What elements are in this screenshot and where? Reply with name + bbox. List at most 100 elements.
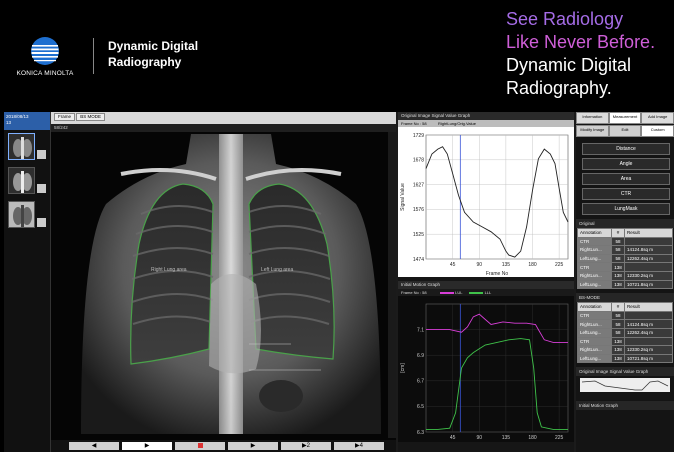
row-annotation: CTR xyxy=(577,236,612,247)
row-annotation: CTR xyxy=(577,262,612,272)
measurement-tools: Distance Angle Area CTR LungMask xyxy=(576,137,674,215)
tab-frame[interactable]: Frame xyxy=(54,113,76,121)
graph2-frame-label: Frame No : 58 xyxy=(401,290,427,295)
next-frame-button[interactable]: ▶ xyxy=(228,442,278,450)
lungmask-button[interactable]: LungMask xyxy=(582,203,670,215)
graph2-toolbar: Frame No : 58 LUL LLL xyxy=(398,289,574,296)
thumbnail-checkbox[interactable] xyxy=(37,150,46,159)
chest-xray-image[interactable]: Right Lung area Left Lung area xyxy=(81,134,381,434)
original-section-title: Original xyxy=(576,219,674,228)
x-tick-label: 90 xyxy=(476,262,482,268)
row-result xyxy=(624,310,673,321)
tab-information[interactable]: Information xyxy=(576,112,609,124)
ctr-button[interactable]: CTR xyxy=(582,188,670,200)
thumbnail-image[interactable] xyxy=(8,133,35,160)
graph-panels: Original Image Signal Value Graph Frame … xyxy=(398,112,574,452)
graph1-frame-label: Frame No : 58 xyxy=(401,121,427,126)
viewer-scrollbar[interactable] xyxy=(388,132,396,438)
tab-bs-mode[interactable]: BS MODE xyxy=(76,113,106,121)
stop-button[interactable] xyxy=(175,442,225,450)
row-result: 12262.4sq m xyxy=(624,253,673,264)
signal-value-graph[interactable]: 1474 1525 1576 1627 1678 1729 45 90 135 180 225 Fra… xyxy=(398,127,574,277)
image-viewer: Frame BS MODE 58/242 Right Lung area Lef… xyxy=(51,112,396,452)
row-annotation: LeftLung... xyxy=(577,279,612,290)
signal-value-mini-graph[interactable] xyxy=(580,378,670,393)
play-4x-button[interactable]: ▶4 xyxy=(334,442,384,450)
distance-button[interactable]: Distance xyxy=(582,143,670,155)
row-number: 58 xyxy=(611,253,625,264)
roi-left-lung-label: Left Lung area xyxy=(261,267,293,273)
table-row[interactable]: RightLun... 58 14124.8sq m xyxy=(577,245,673,255)
col-annotation: Annotation xyxy=(577,302,612,312)
y-tick-label: 6.9 xyxy=(417,353,424,359)
right-subtabs: Modify Image Edit Custom xyxy=(576,125,674,137)
y-tick-label: 1474 xyxy=(413,257,424,263)
subtab-custom[interactable]: Custom xyxy=(641,125,674,137)
product-name-line2: Radiography xyxy=(108,55,182,69)
y-tick-label: 1576 xyxy=(413,207,424,213)
x-tick-label: 45 xyxy=(450,262,456,268)
table-row[interactable]: LeftLung... 138 10721.8sq m xyxy=(577,353,673,364)
right-tabs: Information Measurement Add Image xyxy=(576,112,674,124)
thumbnail-checkbox[interactable] xyxy=(37,184,46,193)
thumbnail-item[interactable] xyxy=(4,133,50,164)
company-logo: KONICA MINOLTA xyxy=(12,36,78,77)
row-annotation: LeftLung... xyxy=(577,353,612,364)
row-number: 58 xyxy=(611,245,625,255)
subtab-edit[interactable]: Edit xyxy=(608,125,642,137)
thumbnail-checkbox[interactable] xyxy=(37,218,46,227)
study-number: 13 xyxy=(6,120,12,125)
table-row[interactable]: CTR 138 xyxy=(577,262,673,272)
col-result: Result xyxy=(624,302,673,312)
thumbnail-column: 2018/08/13 13 xyxy=(4,112,51,452)
thumbnail-image[interactable] xyxy=(8,167,35,194)
y-tick-label: 1729 xyxy=(413,133,424,139)
thumbnail-image[interactable] xyxy=(8,201,35,228)
table-row[interactable]: RightLun... 58 14124.8sq m xyxy=(577,319,673,329)
prev-frame-button[interactable]: ◀ xyxy=(69,442,119,450)
table-row[interactable]: LeftLung... 58 12262.4sq m xyxy=(577,253,673,264)
y-tick-label: 6.3 xyxy=(417,430,424,436)
row-annotation: CTR xyxy=(577,336,612,347)
playback-bar: ◀ ▶ ▶ ▶2 ▶4 xyxy=(51,440,396,452)
row-result: 14124.8sq m xyxy=(624,245,673,255)
legend-lul-label: LUL xyxy=(455,290,463,295)
play-2x-button[interactable]: ▶2 xyxy=(281,442,331,450)
product-name-line1: Dynamic Digital xyxy=(108,39,199,53)
tab-measurement[interactable]: Measurement xyxy=(608,112,642,124)
motion-graph[interactable]: 6.3 6.5 6.7 6.9 7.1 45 90 135 180 225 [cm] xyxy=(398,296,574,442)
subtab-modify-image[interactable]: Modify Image xyxy=(576,125,609,137)
table-row[interactable]: LeftLung... 138 10721.8sq m xyxy=(577,279,673,290)
table-row[interactable]: RightLun... 138 12330.2sq m xyxy=(577,270,673,281)
table-row[interactable]: RightLun... 138 12330.2sq m xyxy=(577,345,673,355)
play-button[interactable]: ▶ xyxy=(122,442,172,450)
legend-swatch-lll xyxy=(469,291,484,294)
row-annotation: RightLun... xyxy=(577,270,612,281)
row-number: 138 xyxy=(611,270,625,281)
x-tick-label: 135 xyxy=(502,435,511,441)
angle-button[interactable]: Angle xyxy=(582,158,670,170)
thumbnail-item[interactable] xyxy=(4,201,50,232)
row-number: 58 xyxy=(611,319,625,329)
roi-right-lung-label: Right Lung area xyxy=(151,267,187,273)
x-tick-label: 225 xyxy=(555,435,564,441)
col-number: # xyxy=(611,302,625,312)
y-axis-label: [cm] xyxy=(400,363,406,373)
table-row[interactable]: CTR 58 xyxy=(577,310,673,321)
table-row[interactable]: CTR 138 xyxy=(577,336,673,347)
y-tick-label: 6.7 xyxy=(417,379,424,385)
measurement-panel: Information Measurement Add Image Modify… xyxy=(576,112,674,452)
col-result: Result xyxy=(624,228,673,238)
area-button[interactable]: Area xyxy=(582,173,670,185)
legend-swatch-lul xyxy=(440,291,454,294)
tagline-line4: Radiography. xyxy=(506,78,612,98)
table-row[interactable]: LeftLung... 58 12262.4sq m xyxy=(577,327,673,338)
row-result: 12330.2sq m xyxy=(624,345,673,355)
tab-add-image[interactable]: Add Image xyxy=(641,112,674,124)
table-row[interactable]: CTR 58 xyxy=(577,236,673,247)
row-annotation: RightLun... xyxy=(577,245,612,255)
thumbnail-item[interactable] xyxy=(4,167,50,198)
row-number: 138 xyxy=(611,353,625,364)
row-number: 138 xyxy=(611,336,625,347)
tagline: See Radiology Like Never Before. Dynamic… xyxy=(506,8,671,100)
